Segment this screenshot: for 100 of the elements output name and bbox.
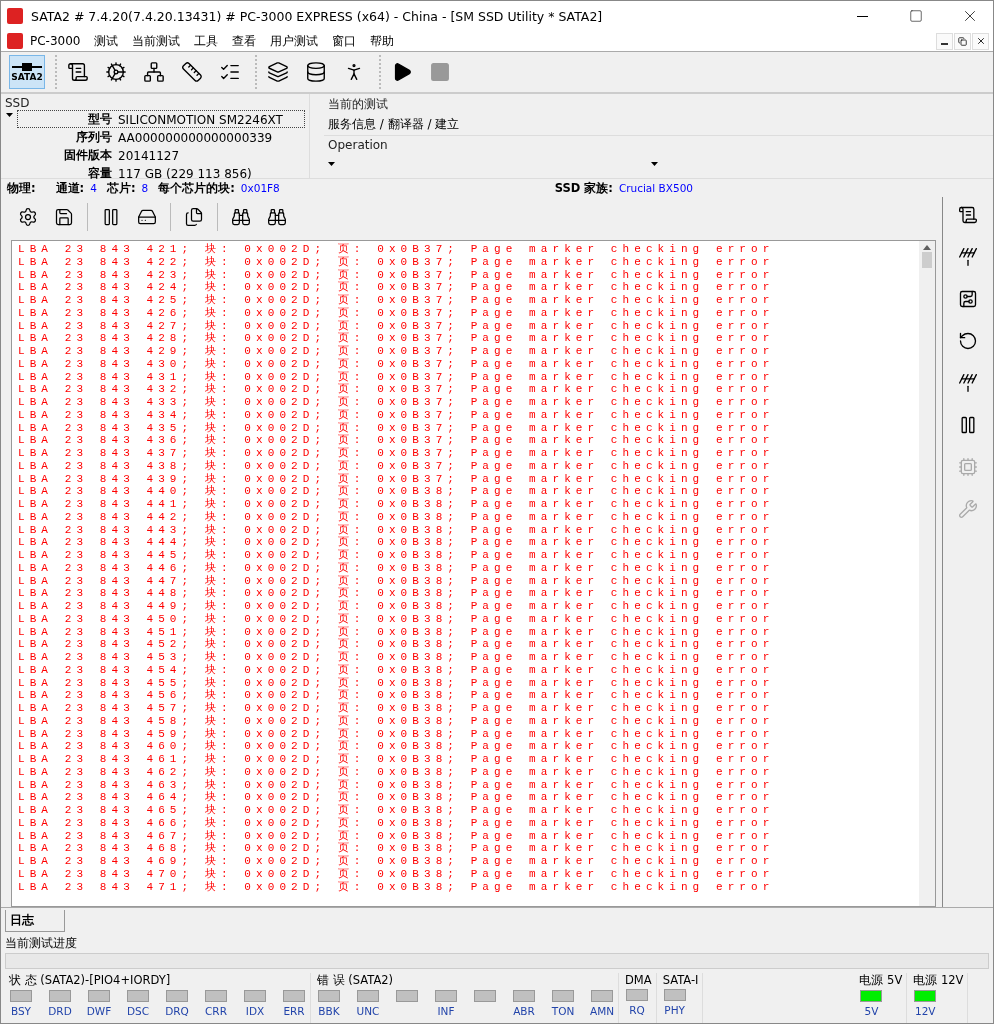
log-line: LBA 23 843 428; 块: 0x002D; 页: 0x0B37; Page marker checking error <box>18 332 776 345</box>
menu-item[interactable]: 工具 <box>187 31 226 51</box>
menu-item[interactable]: 当前测试 <box>125 31 188 51</box>
log-line: LBA 23 843 471; 块: 0x002D; 页: 0x0B38; Page marker checking error <box>18 880 776 894</box>
menu-item[interactable]: 用户测试 <box>263 31 326 51</box>
log-line: LBA 23 843 438; 块: 0x002D; 页: 0x0B37; Page marker checking error <box>18 459 776 473</box>
indicator-label: AMN <box>589 1005 615 1017</box>
param-value: 8 <box>141 182 149 194</box>
scrollbar-thumb[interactable] <box>922 252 932 268</box>
caret-icon <box>328 162 335 166</box>
binoculars-icon <box>267 207 287 227</box>
log-line: LBA 23 843 470; 块: 0x002D; 页: 0x0B38; Page marker checking error <box>18 867 776 881</box>
log-line: LBA 23 843 430; 块: 0x002D; 页: 0x0B37; Page marker checking error <box>18 357 776 371</box>
close-button[interactable] <box>972 32 989 50</box>
stop-icon <box>429 61 451 83</box>
log-line: LBA 23 843 429; 块: 0x002D; 页: 0x0B37; Page marker checking error <box>18 345 776 358</box>
indicator-label: IDX <box>245 1005 265 1017</box>
scrollbar[interactable] <box>919 241 935 906</box>
status-group-title: 错 误 (SATA2) <box>317 973 395 988</box>
indicator-label: BBK <box>318 1005 340 1017</box>
indicator-label: CRR <box>205 1005 227 1017</box>
param-label: 每个芯片的块: <box>158 180 235 196</box>
log-line: LBA 23 843 460; 块: 0x002D; 页: 0x0B38; Page marker checking error <box>18 740 776 753</box>
current-test-path: 服务信息 / 翻译器 / 建立 <box>328 116 461 133</box>
copy-icon <box>184 207 204 227</box>
log-line: LBA 23 843 467; 块: 0x002D; 页: 0x0B38; Page marker checking error <box>18 829 776 842</box>
indicator-label: PHY <box>664 1004 685 1016</box>
disk-stack-icon <box>305 61 327 83</box>
layers-icon <box>267 61 289 83</box>
antenna-icon <box>958 373 978 393</box>
param-value: 4 <box>90 182 97 194</box>
group-title: SSD <box>5 96 31 110</box>
log-line: LBA 23 843 457; 块: 0x002D; 页: 0x0B38; Page marker checking error <box>18 702 776 715</box>
field-value: 20141127 <box>118 148 181 163</box>
indicator-label: 12V <box>915 1005 936 1017</box>
menu-item[interactable]: PC-3000 <box>23 31 88 51</box>
param-label: SSD 家族: <box>554 180 613 196</box>
window-title: SATA2 # 7.4.20(7.4.20.13431) # PC-3000 EXPRESS (x64) - China - [SM SSD Utility * SATA2] <box>31 8 604 24</box>
log-line: LBA 23 843 444; 块: 0x002D; 页: 0x0B38; Page marker checking error <box>18 536 776 549</box>
log-line: LBA 23 843 445; 块: 0x002D; 页: 0x0B38; Page marker checking error <box>18 549 776 562</box>
param-label: 通道: <box>55 180 85 196</box>
log-line: LBA 23 843 449; 块: 0x002D; 页: 0x0B38; Page marker checking error <box>18 600 776 613</box>
param-value: 0x01F8 <box>240 182 280 194</box>
reset-icon <box>958 331 978 351</box>
log-line: LBA 23 843 440; 块: 0x002D; 页: 0x0B38; Page marker checking error <box>18 485 776 498</box>
log-line: LBA 23 843 442; 块: 0x002D; 页: 0x0B38; Page marker checking error <box>18 510 776 524</box>
log-line: LBA 23 843 469; 块: 0x002D; 页: 0x0B38; Page marker checking error <box>18 855 776 868</box>
log-line: LBA 23 843 437; 块: 0x002D; 页: 0x0B37; Page marker checking error <box>18 447 776 460</box>
log-line: LBA 23 843 422; 块: 0x002D; 页: 0x0B37; Page marker checking error <box>18 255 776 269</box>
menu-item[interactable]: 查看 <box>225 31 264 51</box>
progress-label: 当前测试进度 <box>4 935 78 952</box>
log-line: LBA 23 843 432; 块: 0x002D; 页: 0x0B37; Page marker checking error <box>18 383 776 396</box>
log-line: LBA 23 843 423; 块: 0x002D; 页: 0x0B37; Page marker checking error <box>18 268 776 281</box>
indicator-label: ABR <box>513 1005 535 1017</box>
log-tab[interactable]: 日志 <box>5 910 65 932</box>
status-group-title: DMA <box>625 973 652 987</box>
log-line: LBA 23 843 451; 块: 0x002D; 页: 0x0B38; Page marker checking error <box>18 625 776 638</box>
field-label: 型号 <box>87 111 112 128</box>
indicator-label: INF <box>437 1005 455 1017</box>
status-group-title: 电源 5V <box>859 973 903 988</box>
caret-icon[interactable] <box>6 113 13 117</box>
sata2-button[interactable]: SATA2 <box>9 55 45 89</box>
log-line: LBA 23 843 433; 块: 0x002D; 页: 0x0B37; Page marker checking error <box>18 396 776 409</box>
log-line: LBA 23 843 434; 块: 0x002D; 页: 0x0B37; Page marker checking error <box>18 408 776 422</box>
group-title: Operation <box>328 138 389 152</box>
log-line: LBA 23 843 431; 块: 0x002D; 页: 0x0B37; Page marker checking error <box>18 370 776 383</box>
field-value: AA000000000000000339 <box>118 130 274 145</box>
log-line: LBA 23 843 455; 块: 0x002D; 页: 0x0B38; Page marker checking error <box>18 676 776 689</box>
caret-icon <box>651 162 658 166</box>
log-line: LBA 23 843 463; 块: 0x002D; 页: 0x0B38; Page marker checking error <box>18 778 776 791</box>
minimize-button[interactable] <box>936 32 953 50</box>
close-icon <box>975 36 986 46</box>
log-line: LBA 23 843 447; 块: 0x002D; 页: 0x0B38; Page marker checking error <box>18 574 776 587</box>
log-line: LBA 23 843 424; 块: 0x002D; 页: 0x0B37; Page marker checking error <box>18 281 776 294</box>
group-title: 当前的测试 <box>328 96 389 113</box>
log-line: LBA 23 843 425; 块: 0x002D; 页: 0x0B37; Page marker checking error <box>18 294 776 307</box>
drive-icon <box>137 207 157 227</box>
menu-item[interactable]: 测试 <box>87 31 126 51</box>
indicator-label: DRQ <box>165 1005 189 1017</box>
minimize-icon <box>941 43 948 45</box>
circuit-card-icon <box>958 289 978 309</box>
sata-connector-icon <box>12 62 42 72</box>
physical-label: 物理: <box>7 180 36 196</box>
scroll-up-arrow-icon[interactable] <box>923 245 931 250</box>
log-line: LBA 23 843 450; 块: 0x002D; 页: 0x0B38; Page marker checking error <box>18 612 776 626</box>
indicator-label: DWF <box>86 1005 112 1017</box>
tools-icon <box>958 499 978 519</box>
indicator-label: RQ <box>629 1004 645 1016</box>
log-line: LBA 23 843 466; 块: 0x002D; 页: 0x0B38; Page marker checking error <box>18 816 776 830</box>
param-label: 芯片: <box>106 180 136 196</box>
search-icon <box>231 207 251 227</box>
app-logo-icon <box>7 33 23 49</box>
indicator-label: UNC <box>356 1005 380 1017</box>
menu-item[interactable]: 窗口 <box>325 31 364 51</box>
indicator-label: ERR <box>283 1005 305 1017</box>
app-logo-icon <box>7 8 23 24</box>
menu-item[interactable]: 帮助 <box>363 31 402 51</box>
log-line: LBA 23 843 452; 块: 0x002D; 页: 0x0B38; Page marker checking error <box>18 638 776 651</box>
restore-button[interactable] <box>954 32 971 50</box>
field-label: 序列号 <box>75 129 112 146</box>
